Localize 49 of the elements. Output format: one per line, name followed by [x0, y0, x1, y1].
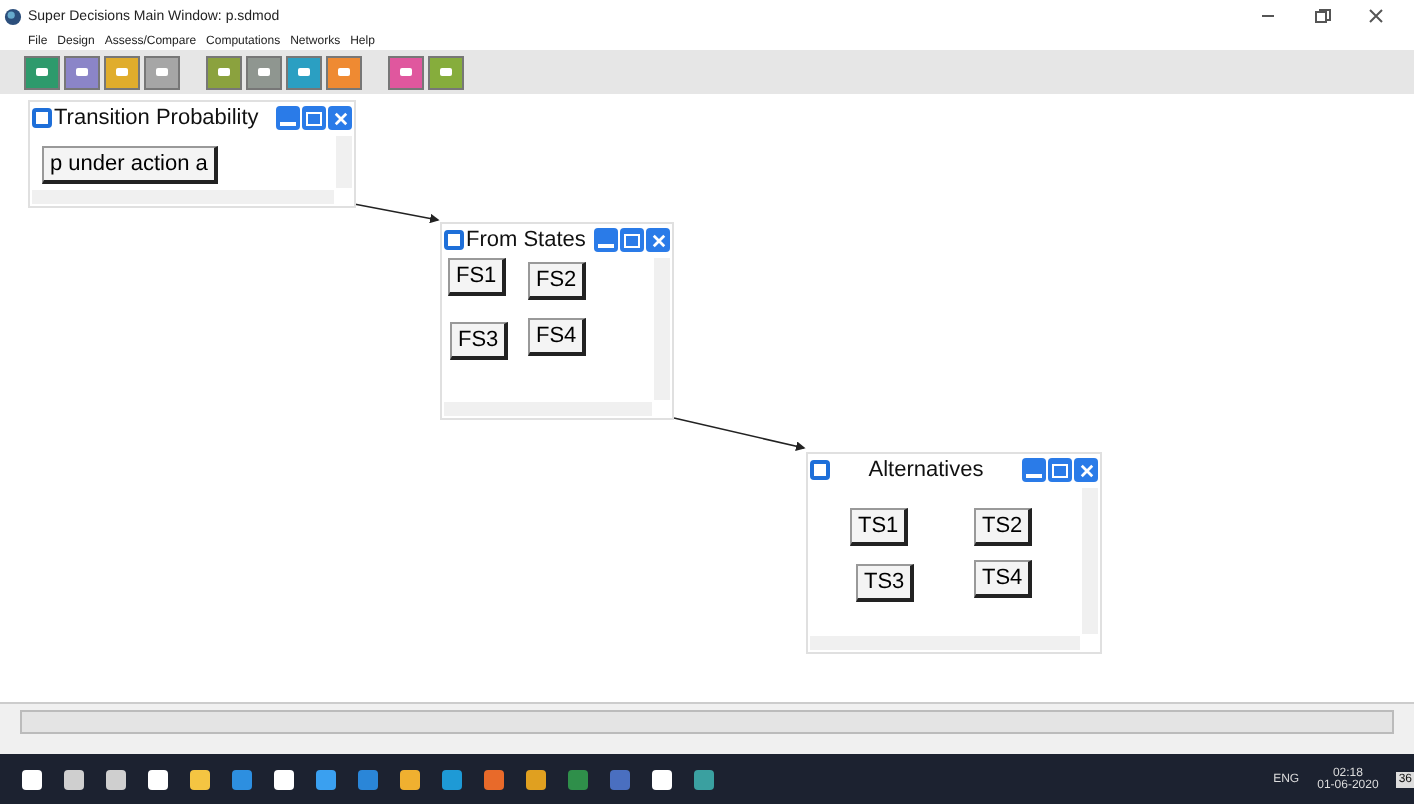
minimize-button[interactable] [276, 106, 300, 130]
cluster-icon [32, 108, 52, 128]
cluster-icon [444, 230, 464, 250]
node-button[interactable]: FS3 [450, 322, 509, 361]
node-button[interactable]: TS3 [856, 564, 915, 603]
cluster-window[interactable]: Alternatives TS1 TS2 TS3 TS4 [806, 452, 1102, 654]
node-button[interactable]: TS1 [850, 508, 909, 547]
node-button[interactable]: p under action a [42, 146, 218, 185]
close-button[interactable] [328, 106, 352, 130]
cluster-window[interactable]: Transition Probability p under action a [28, 100, 356, 208]
cluster-title: From States [466, 228, 588, 252]
toolbar-button[interactable] [104, 55, 140, 89]
maximize-button[interactable] [620, 228, 644, 252]
close-button[interactable] [1074, 458, 1098, 482]
connector-arrow [673, 417, 806, 451]
toolbar-button[interactable] [246, 55, 282, 89]
node-button[interactable]: TS4 [974, 560, 1033, 599]
minimize-button[interactable] [1022, 458, 1046, 482]
toolbar-button[interactable] [428, 55, 464, 89]
node-button[interactable]: FS2 [528, 262, 587, 301]
toolbar-button[interactable] [326, 55, 362, 89]
scrollbar[interactable] [20, 710, 1394, 734]
app-icon [4, 7, 22, 25]
scrollbar[interactable] [444, 402, 652, 416]
node-button[interactable]: TS2 [974, 508, 1033, 547]
close-icon[interactable] [1366, 6, 1386, 26]
node-button[interactable]: FS1 [448, 258, 507, 297]
cluster-window[interactable]: From States FS1 FS2 FS3 FS4 [440, 222, 674, 420]
toolbar-button[interactable] [286, 55, 322, 89]
cluster-title: Alternatives [866, 458, 986, 482]
scrollbar[interactable] [336, 136, 352, 188]
scrollbar[interactable] [32, 190, 334, 204]
maximize-button[interactable] [1048, 458, 1072, 482]
restore-icon[interactable] [1312, 6, 1332, 26]
scrollbar[interactable] [654, 258, 670, 400]
toolbar-button[interactable] [24, 55, 60, 89]
toolbar-button[interactable] [64, 55, 100, 89]
scrollbar[interactable] [1082, 488, 1098, 634]
scrollbar[interactable] [810, 636, 1080, 650]
toolbar-button[interactable] [144, 55, 180, 89]
node-button[interactable]: FS4 [528, 318, 587, 357]
connector-arrow [353, 203, 440, 224]
cluster-title: Transition Probability [54, 106, 261, 130]
cluster-icon [810, 460, 830, 480]
toolbar-button[interactable] [206, 55, 242, 89]
minimize-button[interactable] [594, 228, 618, 252]
close-button[interactable] [646, 228, 670, 252]
maximize-button[interactable] [302, 106, 326, 130]
toolbar-button[interactable] [388, 55, 424, 89]
